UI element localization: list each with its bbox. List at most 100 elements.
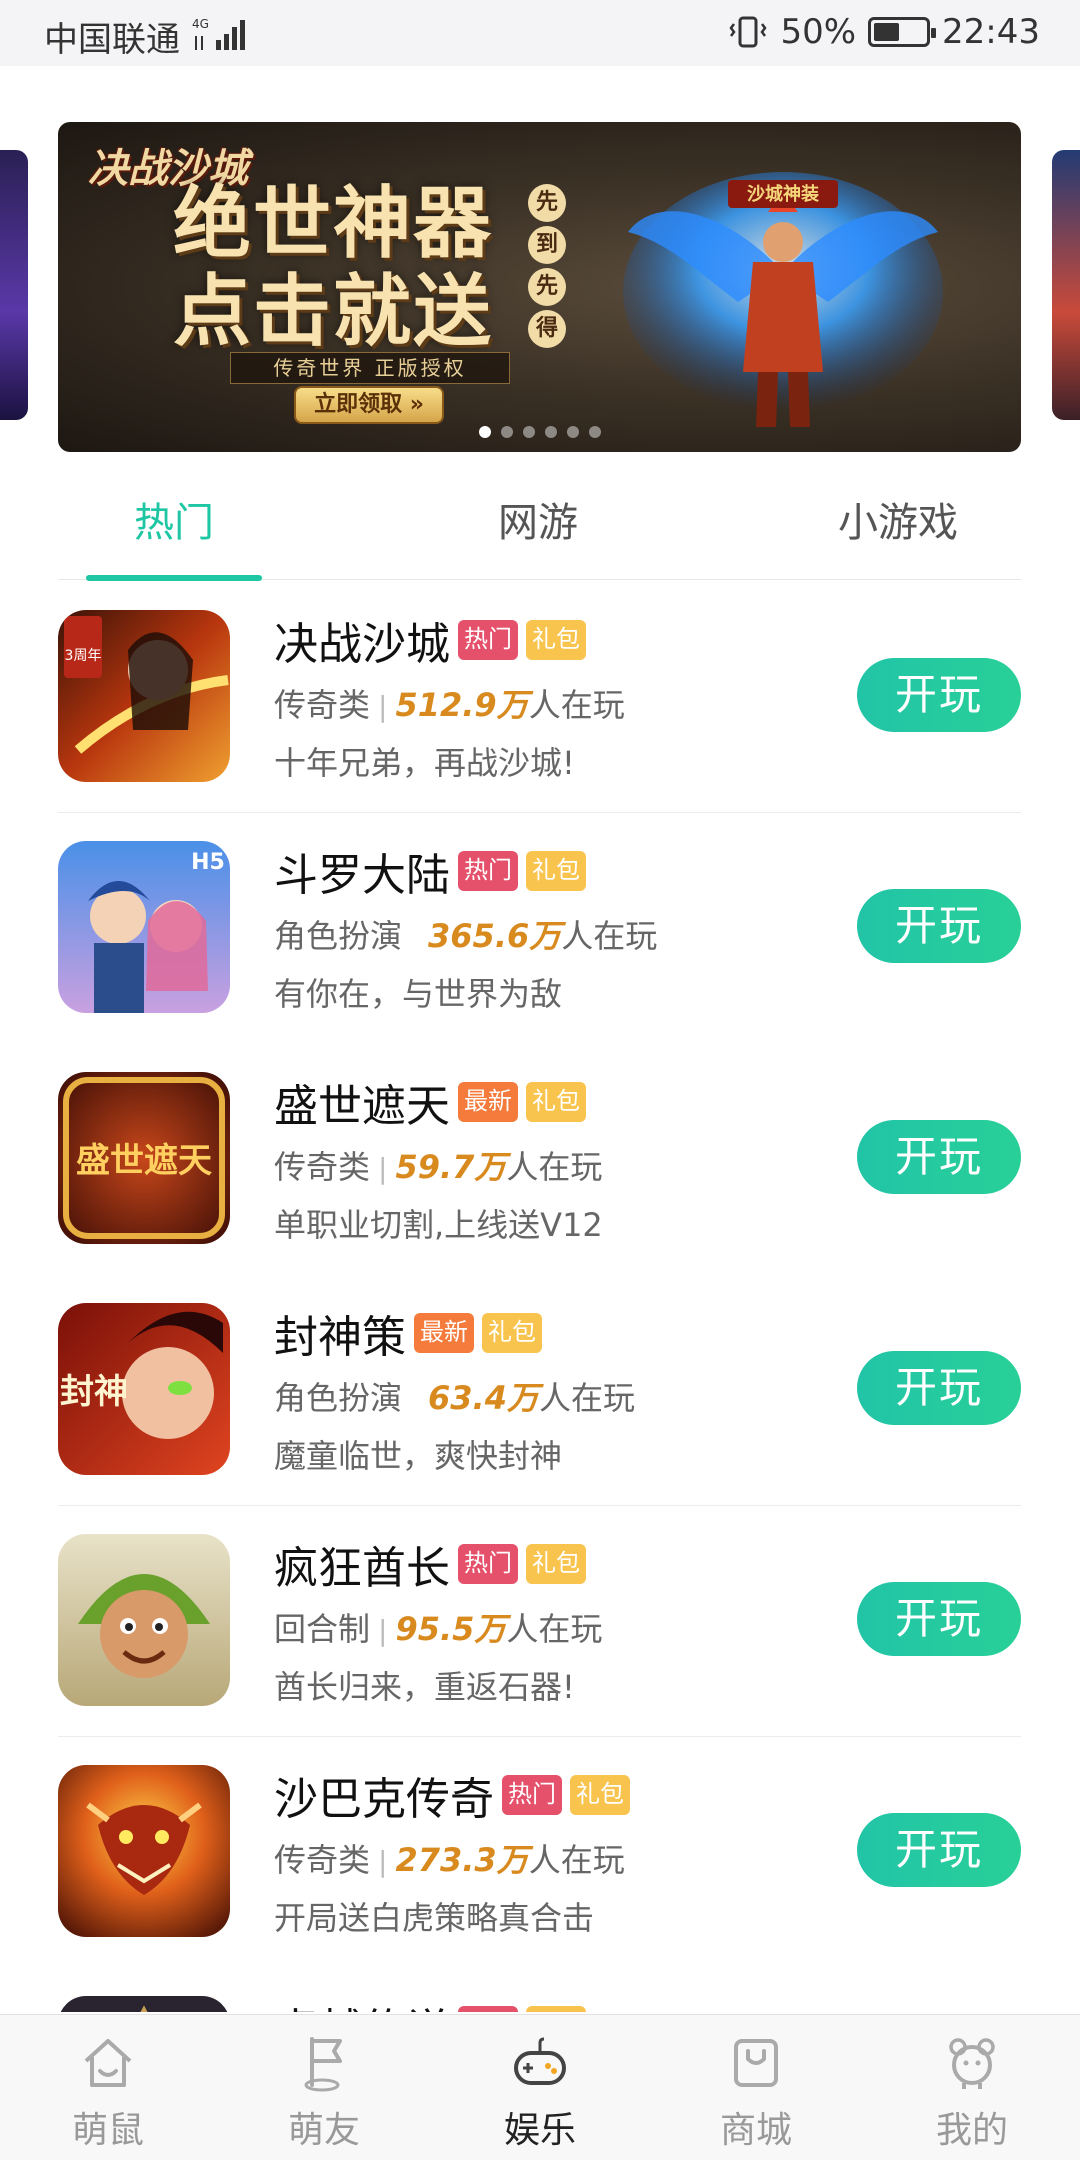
flag-icon [304,2037,342,2092]
game-name: 盛世遮天 [274,1081,450,1132]
game-icon-badge: 封神 [60,1372,128,1412]
play-button[interactable]: 开玩 [857,1351,1021,1425]
nav-item-profile[interactable]: 我的 [864,2015,1080,2160]
gamepad-icon [514,2037,566,2085]
game-title-row: 疯狂酋长 热门 礼包 [274,1534,602,1594]
nav-item-friends[interactable]: 萌友 [216,2015,432,2160]
game-title-row: 封神策 最新 礼包 [274,1303,635,1363]
game-name: 斗罗大陆 [274,850,450,901]
game-meta: 角色扮演 63.4万 人在玩 [274,1373,635,1419]
new-tag: 最新 [458,1082,518,1122]
player-count-suffix: 人在玩 [506,1148,603,1186]
shopping-bag-icon [734,2039,778,2087]
banner-next-peek[interactable] [1052,150,1080,420]
carousel-dot[interactable] [478,426,491,438]
banner-prev-peek[interactable] [0,150,28,420]
gift-tag: 礼包 [526,2006,586,2012]
nav-item-mall[interactable]: 商城 [648,2015,864,2160]
banner-stamp: 先 [528,184,566,222]
game-title-row: 沙巴克传奇 热门 礼包 [274,1765,630,1825]
play-button[interactable]: 开玩 [857,1120,1021,1194]
player-count-suffix: 人在玩 [538,1379,635,1417]
play-button[interactable]: 开玩 [857,658,1021,732]
carousel-dot[interactable] [566,426,579,438]
nav-label: 萌友 [287,2110,360,2151]
hot-tag: 热门 [502,1775,562,1815]
meta-separator: | [378,1845,388,1878]
tab-hot[interactable]: 热门 [86,490,262,548]
player-count: 365.6万 [428,917,562,955]
game-item[interactable]: H5 斗罗大陆 热门 礼包 角色扮演 365.6万 人在玩 有你在，与世界为敌 … [58,813,1021,1044]
play-button[interactable]: 开玩 [857,1582,1021,1656]
game-description: 酋长归来，重返石器! [274,1668,575,1706]
gift-tag: 礼包 [570,1775,630,1815]
player-count-suffix: 人在玩 [528,686,625,724]
player-count-suffix: 人在玩 [561,917,658,955]
tab-online-games[interactable]: 网游 [438,490,638,548]
game-title-row: 盛世遮天 最新 礼包 [274,1072,603,1132]
nav-label: 商城 [719,2110,792,2151]
tab-mini-games[interactable]: 小游戏 [788,490,1008,548]
nav-item-home[interactable]: 萌鼠 [0,2015,216,2160]
game-info: 决战沙城 热门 礼包 传奇类 | 512.9万 人在玩 十年兄弟，再战沙城! [274,610,625,784]
game-icon-fengkuang-qiuzhang [58,1534,230,1706]
game-category: 传奇类 [274,686,371,724]
banner-subline: 传奇世界 正版授权 [230,352,510,384]
game-item[interactable]: 封神 封神策 最新 礼包 角色扮演 63.4万 人在玩 魔童临世，爽快封神 开玩 [58,1275,1021,1506]
gift-tag: 礼包 [526,1082,586,1122]
game-info: 盛世遮天 最新 礼包 传奇类 | 59.7万 人在玩 单职业切割,上线送V12 [274,1072,603,1246]
promo-banner[interactable]: 决战沙城 绝世神器 点击就送 先 到 先 得 传奇世界 正版授权 立即领取 » … [58,122,1021,452]
player-count: 63.4万 [428,1379,539,1417]
hot-tag: 热门 [458,620,518,660]
game-title-row: 卓越传说 热门 礼包 [274,1996,586,2012]
game-meta: 传奇类 | 512.9万 人在玩 [274,680,625,726]
profile-bear-icon [949,2038,995,2089]
game-category: 角色扮演 [274,917,403,955]
game-icon-badge: 3周年 [65,648,102,664]
game-name: 卓越传说 [274,1994,450,2012]
gift-tag: 礼包 [526,851,586,891]
hot-tag: 热门 [458,851,518,891]
game-icon-shabake-chuanqi [58,1765,230,1937]
game-name: 封神策 [274,1312,406,1363]
game-category: 回合制 [274,1610,371,1648]
game-item[interactable]: 3周年 决战沙城 热门 礼包 传奇类 | 512.9万 人在玩 十年兄弟，再战沙… [58,582,1021,813]
carousel-dot[interactable] [588,426,601,438]
game-icon-douluo-dalu: H5 [58,841,230,1013]
game-meta: 角色扮演 365.6万 人在玩 [274,911,657,957]
nav-item-entertainment[interactable]: 娱乐 [432,2015,648,2160]
player-count: 512.9万 [395,686,529,724]
new-tag: 最新 [414,1313,474,1353]
banner-hero-badge: 沙城神装 [747,183,819,205]
play-button[interactable]: 开玩 [857,889,1021,963]
game-description: 十年兄弟，再战沙城! [274,744,575,782]
status-bar: 中国联通 4G 50% 22:43 [0,0,1080,66]
hot-tag: 热门 [458,1544,518,1584]
carousel-dot[interactable] [500,426,513,438]
game-item[interactable]: 盛世遮天 盛世遮天 最新 礼包 传奇类 | 59.7万 人在玩 单职业切割,上线… [58,1044,1021,1275]
game-meta: 回合制 | 95.5万 人在玩 [274,1604,602,1650]
battery-percent: 50% [780,12,857,52]
game-info: 疯狂酋长 热门 礼包 回合制 | 95.5万 人在玩 酋长归来，重返石器! [274,1534,602,1708]
banner-claim-button[interactable]: 立即领取 » [294,386,444,424]
meta-separator: | [378,1152,388,1185]
game-item[interactable]: 疯狂酋长 热门 礼包 回合制 | 95.5万 人在玩 酋长归来，重返石器! 开玩 [58,1506,1021,1737]
status-right-group: 50% 22:43 [728,12,1040,52]
play-button[interactable]: 开玩 [857,1813,1021,1887]
game-item[interactable]: 卓越传说 热门 礼包 [58,1968,1021,2012]
nav-label: 我的 [935,2110,1008,2151]
carousel-dot[interactable] [544,426,557,438]
player-count: 59.7万 [395,1148,507,1186]
banner-headline-line2: 点击就送 [173,267,494,357]
gift-tag: 礼包 [482,1313,542,1353]
game-name: 沙巴克传奇 [274,1774,494,1825]
banner-headline-line1: 绝世神器 [173,179,494,269]
game-item[interactable]: 沙巴克传奇 热门 礼包 传奇类 | 273.3万 人在玩 开局送白虎策略真合击 … [58,1737,1021,1968]
game-name: 疯狂酋长 [274,1543,450,1594]
game-icon-shengshi-zhetian: 盛世遮天 [58,1072,230,1244]
nav-label: 娱乐 [503,2110,576,2151]
bottom-nav: 萌鼠 萌友 娱乐 商城 我的 [0,2014,1080,2160]
game-icon-juezhan-shacheng: 3周年 [58,610,230,782]
carousel-dot[interactable] [522,426,535,438]
player-count-suffix: 人在玩 [506,1610,603,1648]
